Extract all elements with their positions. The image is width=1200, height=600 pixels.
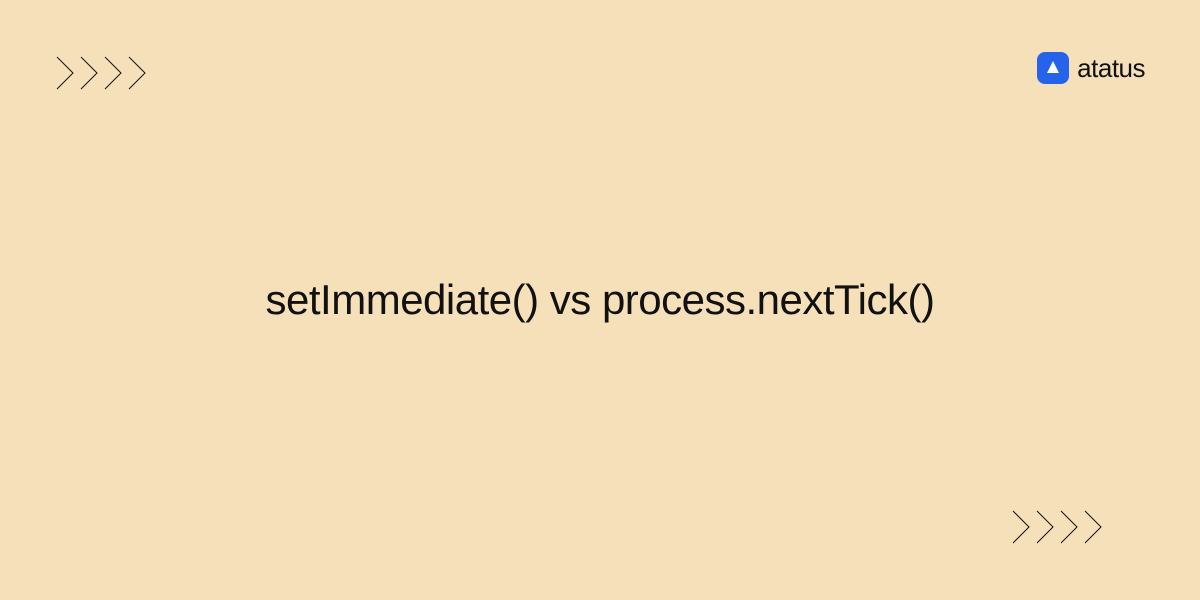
- chevron-right-icon: [55, 55, 77, 91]
- chevron-decoration-top-left: [55, 55, 149, 91]
- brand-name: atatus: [1077, 53, 1145, 84]
- chevron-right-icon: [1011, 509, 1033, 545]
- chevron-right-icon: [1059, 509, 1081, 545]
- chevron-right-icon: [79, 55, 101, 91]
- page-title: setImmediate() vs process.nextTick(): [266, 276, 935, 324]
- chevron-right-icon: [103, 55, 125, 91]
- chevron-right-icon: [127, 55, 149, 91]
- chevron-decoration-bottom-right: [1011, 509, 1105, 545]
- brand-logo: atatus: [1037, 52, 1145, 84]
- chevron-right-icon: [1083, 509, 1105, 545]
- chevron-right-icon: [1035, 509, 1057, 545]
- atatus-logo-icon: [1037, 52, 1069, 84]
